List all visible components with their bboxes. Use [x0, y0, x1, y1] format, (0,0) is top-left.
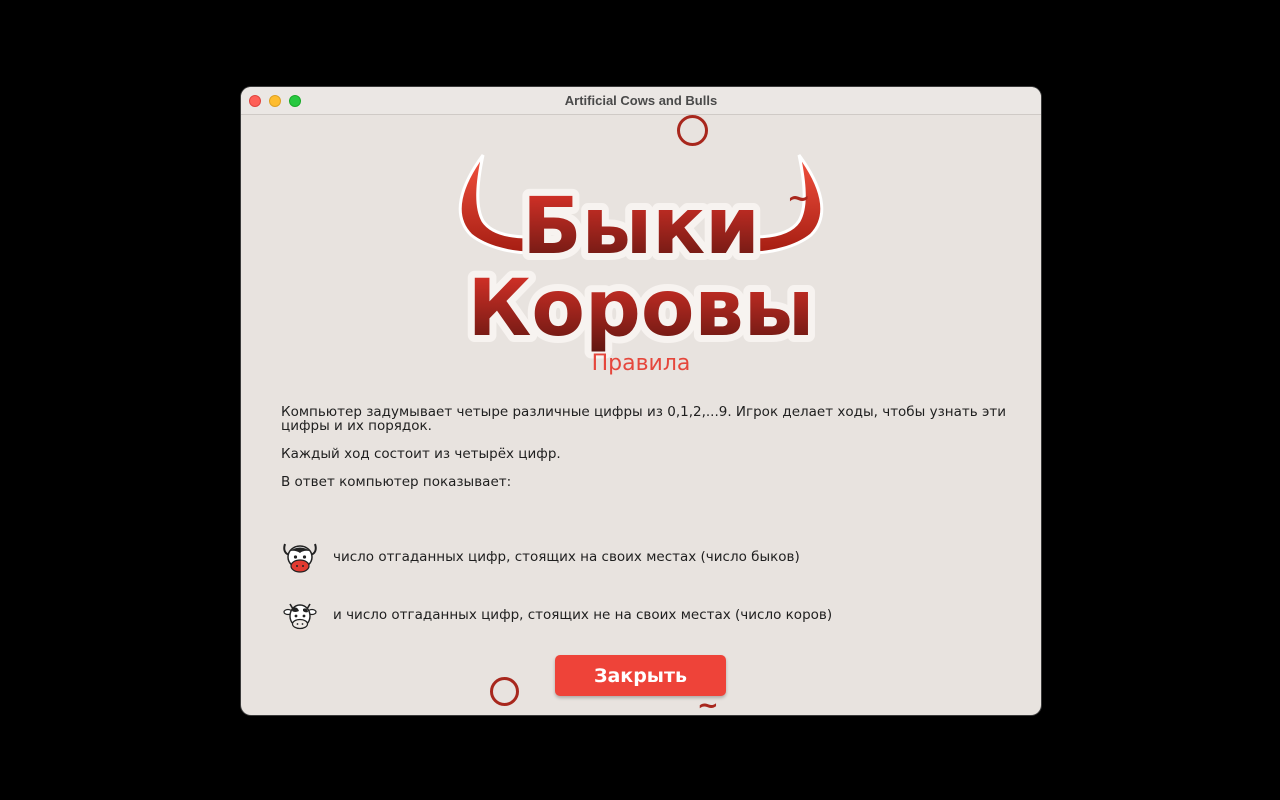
logo-tilde: ~ [787, 181, 810, 214]
rules-heading: Правила [591, 351, 691, 376]
cow-legend-row: и число отгаданных цифр, стоящих не на с… [281, 596, 832, 634]
cow-icon [281, 596, 319, 634]
rules-content: ~ Быки Быки Коровы Коровы ~ Правила Комп… [241, 115, 1041, 715]
bull-icon [281, 538, 319, 576]
window-title: Artificial Cows and Bulls [564, 93, 718, 108]
bull-legend-row: число отгаданных цифр, стоящих на своих … [281, 538, 800, 576]
rules-paragraph-3: В ответ компьютер показывает: [281, 474, 512, 490]
title-bar: Artificial Cows and Bulls [241, 87, 1041, 115]
rules-paragraph-1: Компьютер задумывает четыре различные ци… [281, 404, 1007, 434]
rules-text: Компьютер задумывает четыре различные ци… [281, 404, 1011, 489]
left-horn-icon [458, 154, 533, 255]
bull-legend-text: число отгаданных цифр, стоящих на своих … [333, 549, 800, 565]
logo-line2: Коровы [468, 264, 815, 354]
app-window: Artificial Cows and Bulls ~ Быки Быки Ко… [241, 87, 1041, 715]
cow-legend-text: и число отгаданных цифр, стоящих не на с… [333, 607, 833, 623]
game-logo: Быки Быки Коровы Коровы ~ [431, 135, 851, 375]
decor-circle-bottom [490, 677, 519, 706]
logo-line1: Быки [522, 182, 760, 272]
rules-paragraph-2: Каждый ход состоит из четырёх цифр. [281, 446, 561, 462]
close-button[interactable]: Закрыть [555, 655, 726, 696]
